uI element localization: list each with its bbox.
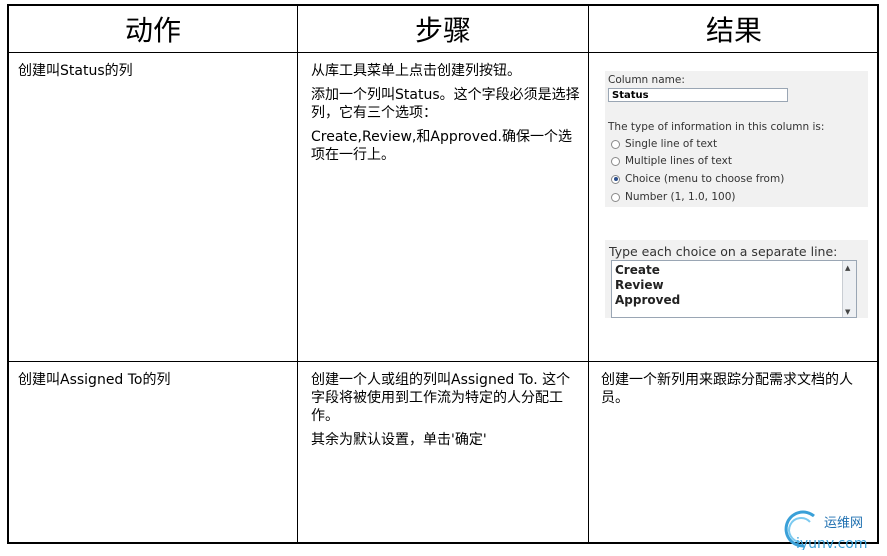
radio-icon [611, 156, 620, 166]
column-divider [588, 6, 589, 542]
column-name-label: Column name: [608, 74, 685, 86]
choices-textarea: Create Review Approved ▲ ▼ [611, 260, 857, 318]
choices-screenshot: Type each choice on a separate line: Cre… [605, 240, 868, 318]
row2-result: 创建一个新列用来跟踪分配需求文档的人员。 [601, 372, 853, 406]
row1-action: 创建叫Status的列 [18, 63, 133, 79]
row2-action: 创建叫Assigned To的列 [18, 372, 171, 388]
watermark-url: iyunv.com [796, 536, 867, 550]
type-label: The type of information in this column i… [608, 121, 825, 133]
radio-selected-icon [611, 174, 620, 184]
row1-steps: 从库工具菜单上点击创建列按钮。 添加一个列叫Status。这个字段必须是选择列，… [311, 62, 583, 170]
radio-option: Multiple lines of text [611, 155, 732, 167]
column-settings-screenshot: Column name: Status The type of informat… [605, 71, 868, 207]
row2-steps: 创建一个人或组的列叫Assigned To. 这个字段将被使用到工作流为特定的人… [311, 371, 583, 455]
scroll-up-icon: ▲ [845, 264, 851, 272]
row-divider [9, 52, 877, 53]
row2-step: 其余为默认设置，单击'确定' [311, 432, 487, 448]
radio-option-selected: Choice (menu to choose from) [611, 173, 784, 185]
row2-step: 创建一个人或组的列叫Assigned To. 这个字段将被使用到工作流为特定的人… [311, 372, 571, 424]
header-result: 结果 [705, 14, 762, 47]
column-name-field: Status [608, 88, 788, 102]
swirl-icon: 运维网 iyunv.com [784, 510, 867, 552]
scroll-down-icon: ▼ [845, 308, 851, 316]
header-action: 动作 [124, 14, 181, 47]
row1-step: 添加一个列叫Status。这个字段必须是选择列，它有三个选项： [311, 87, 580, 121]
choice-line: Review [615, 278, 664, 292]
choice-line: Approved [615, 293, 681, 307]
scrollbar: ▲ ▼ [842, 261, 856, 317]
row1-step: 从库工具菜单上点击创建列按钮。 [311, 63, 521, 79]
row1-step: Create,Review,和Approved.确保一个选项在一行上。 [311, 129, 572, 163]
column-divider [297, 6, 298, 542]
radio-option: Single line of text [611, 138, 717, 150]
radio-icon [611, 192, 620, 202]
radio-option: Number (1, 1.0, 100) [611, 191, 735, 203]
choices-label: Type each choice on a separate line: [609, 244, 838, 259]
watermark-text: 运维网 [824, 516, 863, 531]
choice-line: Create [615, 263, 660, 277]
header-steps: 步骤 [414, 14, 471, 47]
watermark-logo: 运维网 iyunv.com [782, 506, 882, 552]
radio-icon [611, 139, 620, 149]
row-divider [9, 361, 877, 362]
